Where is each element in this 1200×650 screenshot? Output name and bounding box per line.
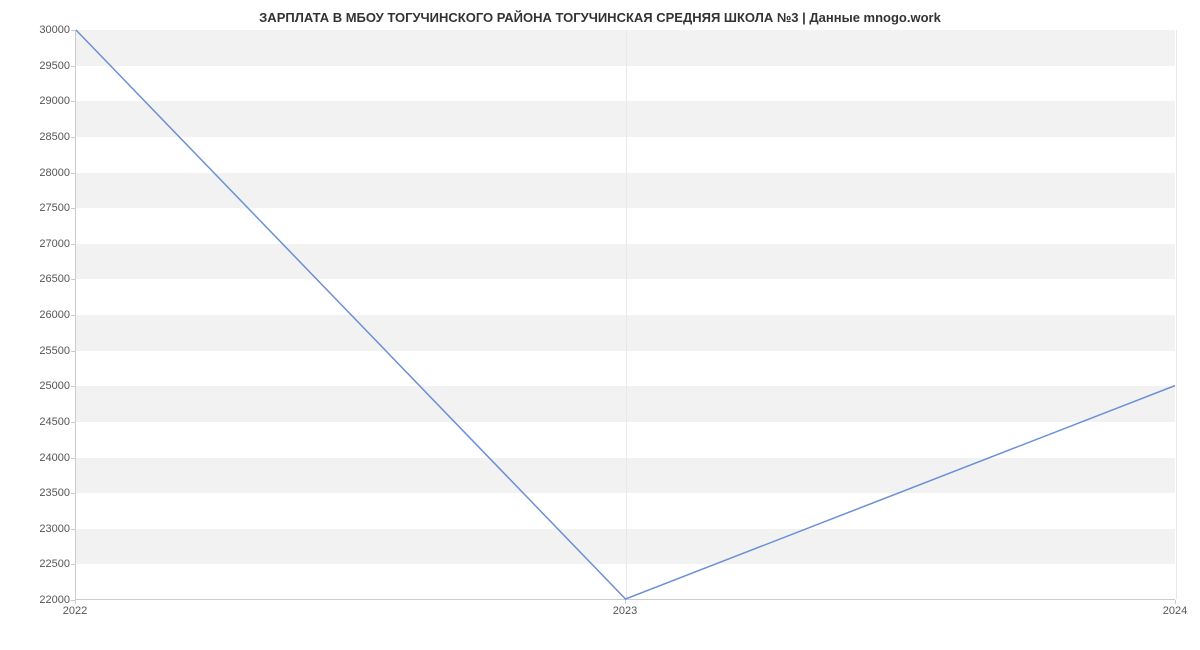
y-tick-mark	[71, 66, 75, 67]
x-tick-label: 2024	[1163, 605, 1187, 617]
y-tick-label: 30000	[20, 24, 70, 36]
y-tick-label: 26000	[20, 309, 70, 321]
x-tick-mark	[625, 600, 626, 604]
y-tick-mark	[71, 208, 75, 209]
y-tick-label: 29000	[20, 95, 70, 107]
y-tick-mark	[71, 137, 75, 138]
x-tick-label: 2022	[63, 605, 87, 617]
y-tick-mark	[71, 564, 75, 565]
y-tick-mark	[71, 244, 75, 245]
y-tick-mark	[71, 173, 75, 174]
x-tick-mark	[1175, 600, 1176, 604]
x-grid-line	[1176, 30, 1177, 599]
y-tick-mark	[71, 30, 75, 31]
y-tick-label: 23500	[20, 487, 70, 499]
y-tick-mark	[71, 101, 75, 102]
y-tick-label: 28500	[20, 131, 70, 143]
y-tick-mark	[71, 529, 75, 530]
y-tick-label: 24500	[20, 416, 70, 428]
y-tick-label: 25500	[20, 345, 70, 357]
y-tick-label: 27000	[20, 238, 70, 250]
x-tick-label: 2023	[613, 605, 637, 617]
y-tick-mark	[71, 458, 75, 459]
y-tick-label: 27500	[20, 202, 70, 214]
y-tick-label: 26500	[20, 273, 70, 285]
y-tick-mark	[71, 279, 75, 280]
y-tick-mark	[71, 315, 75, 316]
y-tick-label: 25000	[20, 380, 70, 392]
y-tick-label: 23000	[20, 523, 70, 535]
y-tick-mark	[71, 422, 75, 423]
y-tick-label: 24000	[20, 452, 70, 464]
y-tick-mark	[71, 493, 75, 494]
chart-container: ЗАРПЛАТА В МБОУ ТОГУЧИНСКОГО РАЙОНА ТОГУ…	[0, 0, 1200, 650]
data-line	[76, 30, 1175, 599]
y-tick-mark	[71, 351, 75, 352]
chart-line-svg	[76, 30, 1175, 599]
y-tick-mark	[71, 386, 75, 387]
y-tick-label: 22500	[20, 558, 70, 570]
plot-area	[75, 30, 1175, 600]
y-tick-label: 28000	[20, 167, 70, 179]
chart-title: ЗАРПЛАТА В МБОУ ТОГУЧИНСКОГО РАЙОНА ТОГУ…	[0, 0, 1200, 25]
y-tick-label: 29500	[20, 60, 70, 72]
x-tick-mark	[75, 600, 76, 604]
